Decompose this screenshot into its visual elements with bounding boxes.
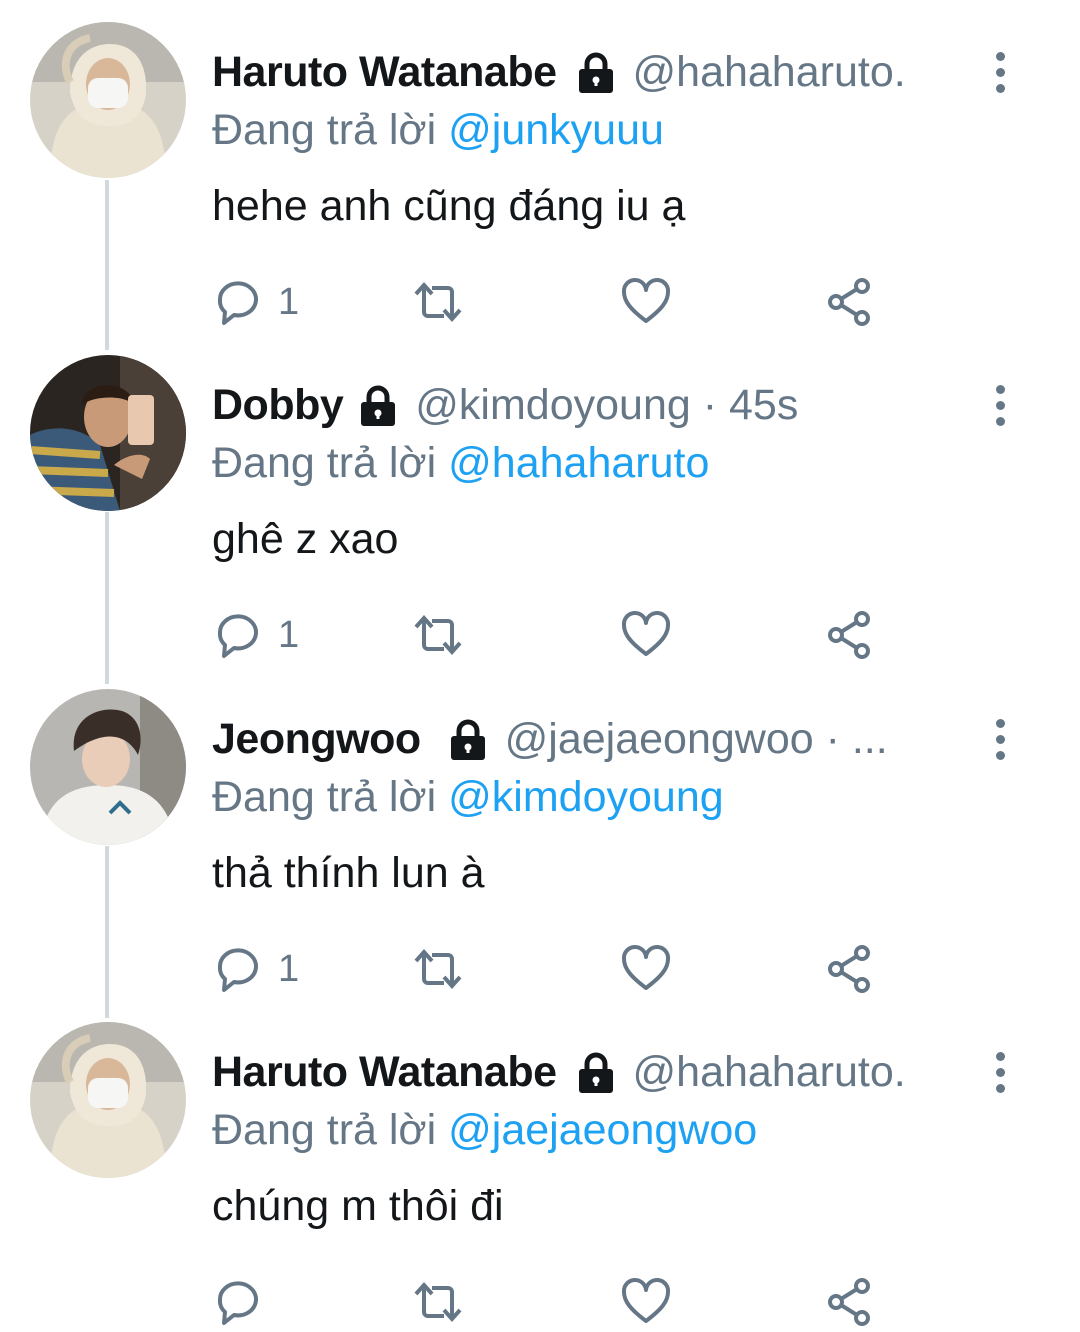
more-vertical-icon[interactable] [980, 709, 1020, 769]
retweet-button[interactable] [412, 1272, 464, 1332]
heart-icon [621, 610, 671, 656]
reply-count: 1 [278, 613, 300, 656]
user-handle[interactable]: @jaejaeongwoo · ... [505, 715, 888, 764]
reply-count: 1 [278, 947, 300, 990]
reply-bubble-icon [217, 948, 258, 992]
user-handle[interactable]: @hahaharuto. [633, 1048, 906, 1097]
avatar[interactable] [30, 689, 186, 845]
share-button[interactable] [824, 605, 876, 665]
tweet-text: chúng m thôi đi [212, 1182, 504, 1230]
tweet-header: Haruto Watanabe @hahaharuto. [212, 1040, 970, 1104]
reply-button[interactable]: 1 [212, 605, 299, 665]
reply-bubble-icon [217, 281, 258, 325]
more-vertical-icon[interactable] [980, 1042, 1020, 1102]
tweet-text: hehe anh cũng đáng iu ạ [212, 182, 686, 230]
retweet-icon [414, 281, 462, 323]
reply-bubble-icon [217, 614, 258, 658]
user-handle[interactable]: @hahaharuto. [633, 48, 906, 97]
mention-link[interactable]: @hahaharuto [448, 439, 709, 487]
replying-to: Đang trả lời @jaejaeongwoo [212, 1106, 757, 1155]
tweet-header: Jeongwoo @jaejaeongwoo · ... [212, 707, 970, 771]
reply-button[interactable] [212, 1272, 264, 1332]
avatar[interactable] [30, 355, 186, 511]
retweet-icon [414, 614, 462, 656]
replying-to-label: Đang trả lời [212, 773, 437, 821]
lock-icon [573, 1049, 619, 1095]
retweet-button[interactable] [412, 605, 464, 665]
tweet-actions [212, 1272, 912, 1332]
replying-to: Đang trả lời @hahaharuto [212, 439, 709, 488]
reply-button[interactable]: 1 [212, 272, 299, 332]
retweet-button[interactable] [412, 272, 464, 332]
like-button[interactable] [620, 939, 672, 999]
tweet[interactable]: Jeongwoo @jaejaeongwoo · ... Đang trả lờ… [0, 689, 1080, 1009]
tweet[interactable]: Dobby @kimdoyoung · 45s Đang trả lời @ha… [0, 355, 1080, 675]
retweet-icon [414, 1281, 462, 1323]
share-button[interactable] [824, 1272, 876, 1332]
tweet[interactable]: Haruto Watanabe @hahaharuto. Đang trả lờ… [0, 1022, 1080, 1326]
replying-to-label: Đang trả lời [212, 1106, 437, 1154]
heart-icon [621, 1277, 671, 1323]
lock-icon [355, 382, 401, 428]
replying-to: Đang trả lời @junkyuuu [212, 106, 664, 155]
replying-to-label: Đang trả lời [212, 439, 437, 487]
lock-icon [573, 49, 619, 95]
replying-to-label: Đang trả lời [212, 106, 437, 154]
avatar[interactable] [30, 22, 186, 178]
more-vertical-icon[interactable] [980, 375, 1020, 435]
lock-icon [445, 716, 491, 762]
share-icon [828, 278, 870, 326]
mention-link[interactable]: @junkyuuu [448, 106, 664, 154]
like-button[interactable] [620, 1272, 672, 1332]
heart-icon [621, 277, 671, 323]
reply-button[interactable]: 1 [212, 939, 299, 999]
tweet-actions: 1 [212, 939, 912, 999]
heart-icon [621, 944, 671, 990]
display-name[interactable]: Haruto Watanabe [212, 48, 557, 97]
mention-link[interactable]: @kimdoyoung [448, 773, 724, 821]
share-icon [828, 1278, 870, 1326]
like-button[interactable] [620, 605, 672, 665]
share-icon [828, 611, 870, 659]
user-handle[interactable]: @kimdoyoung · 45s [415, 381, 798, 430]
tweet-actions: 1 [212, 272, 912, 332]
reply-bubble-icon [217, 1281, 258, 1325]
share-button[interactable] [824, 939, 876, 999]
tweet[interactable]: Haruto Watanabe @hahaharuto. Đang trả lờ… [0, 22, 1080, 342]
tweet-text: ghê z xao [212, 515, 399, 563]
share-icon [828, 945, 870, 993]
display-name[interactable]: Jeongwoo [212, 715, 421, 764]
tweet-header: Haruto Watanabe @hahaharuto. [212, 40, 970, 104]
display-name[interactable]: Dobby [212, 381, 344, 430]
display-name[interactable]: Haruto Watanabe [212, 1048, 557, 1097]
like-button[interactable] [620, 272, 672, 332]
tweet-text: thả thính lun à [212, 849, 485, 897]
tweet-header: Dobby @kimdoyoung · 45s [212, 373, 970, 437]
replying-to: Đang trả lời @kimdoyoung [212, 773, 724, 822]
retweet-button[interactable] [412, 939, 464, 999]
avatar[interactable] [30, 1022, 186, 1178]
mention-link[interactable]: @jaejaeongwoo [448, 1106, 757, 1154]
share-button[interactable] [824, 272, 876, 332]
retweet-icon [414, 948, 462, 990]
reply-count: 1 [278, 280, 300, 323]
tweet-thread: Haruto Watanabe @hahaharuto. Đang trả lờ… [0, 0, 1080, 1326]
more-vertical-icon[interactable] [980, 42, 1020, 102]
tweet-actions: 1 [212, 605, 912, 665]
